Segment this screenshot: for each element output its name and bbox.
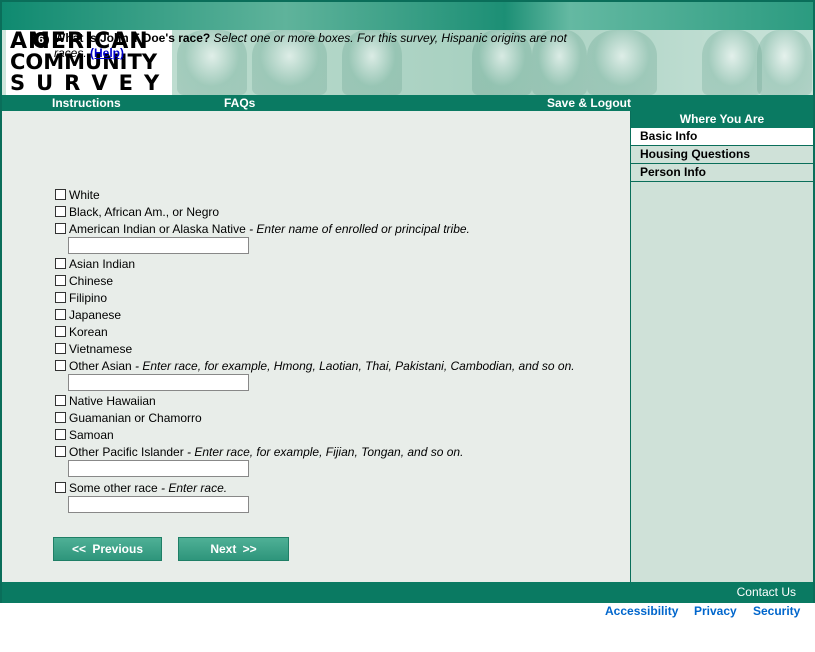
checkbox-vietnamese[interactable] bbox=[55, 343, 66, 354]
option-label: Korean bbox=[69, 325, 108, 339]
banner-photo-person bbox=[702, 30, 762, 95]
nav-save-logout[interactable]: Save & Logout bbox=[547, 96, 631, 110]
option-label: Other Pacific Islander bbox=[69, 445, 184, 459]
banner-photo-person bbox=[587, 30, 657, 95]
option-instruction: - Enter race, for example, Hmong, Laotia… bbox=[131, 359, 575, 373]
option-some-other-race: Some other race - Enter race. bbox=[55, 481, 227, 496]
checkbox-other-pacific[interactable] bbox=[55, 446, 66, 457]
security-link[interactable]: Security bbox=[753, 604, 800, 618]
option-black: Black, African Am., or Negro bbox=[55, 205, 219, 220]
where-you-are-sidebar: Where You Are Basic Info Housing Questio… bbox=[630, 111, 813, 582]
option-label: Guamanian or Chamorro bbox=[69, 411, 202, 425]
contact-us-link[interactable]: Contact Us bbox=[737, 585, 796, 599]
nav-faqs[interactable]: FAQs bbox=[224, 96, 255, 110]
next-button[interactable]: Next >> bbox=[178, 537, 289, 561]
top-nav: Instructions FAQs Save & Logout bbox=[2, 95, 813, 111]
option-label: Chinese bbox=[69, 274, 114, 288]
option-label: Native Hawaiian bbox=[69, 394, 156, 408]
option-label: Some other race bbox=[69, 481, 158, 495]
checkbox-some-other-race[interactable] bbox=[55, 482, 66, 493]
checkbox-korean[interactable] bbox=[55, 326, 66, 337]
option-label: Other Asian bbox=[69, 359, 132, 373]
sidebar-title: Where You Are bbox=[631, 111, 813, 128]
other-pacific-input[interactable] bbox=[68, 460, 249, 477]
question-block: 6 What is John T Doe's race? Select one … bbox=[33, 31, 594, 61]
question-title: What is John T Doe's race? bbox=[54, 31, 211, 45]
option-label: Vietnamese bbox=[69, 342, 133, 356]
question-text: What is John T Doe's race? Select one or… bbox=[34, 31, 594, 61]
checkbox-asian-indian[interactable] bbox=[55, 258, 66, 269]
option-other-asian: Other Asian - Enter race, for example, H… bbox=[55, 359, 575, 374]
footer-bar: Contact Us bbox=[2, 582, 813, 603]
checkbox-chinese[interactable] bbox=[55, 275, 66, 286]
option-instruction: - Enter race, for example, Fijian, Tonga… bbox=[183, 445, 464, 459]
option-label: Asian Indian bbox=[69, 257, 136, 271]
option-chinese: Chinese bbox=[55, 274, 113, 289]
banner-photo-person bbox=[757, 30, 812, 95]
option-japanese: Japanese bbox=[55, 308, 121, 323]
sidebar-item-housing-questions[interactable]: Housing Questions bbox=[631, 146, 813, 164]
option-label: Black, African Am., or Negro bbox=[69, 205, 220, 219]
option-samoan: Samoan bbox=[55, 428, 114, 443]
option-label: Samoan bbox=[69, 428, 114, 442]
option-instruction: - Enter race. bbox=[157, 481, 228, 495]
option-other-pacific: Other Pacific Islander - Enter race, for… bbox=[55, 445, 463, 460]
previous-button[interactable]: << Previous bbox=[53, 537, 162, 561]
option-label: American Indian or Alaska Native bbox=[69, 222, 246, 236]
other-asian-input[interactable] bbox=[68, 374, 249, 391]
checkbox-american-indian[interactable] bbox=[55, 223, 66, 234]
checkbox-filipino[interactable] bbox=[55, 292, 66, 303]
some-other-race-input[interactable] bbox=[68, 496, 249, 513]
option-asian-indian: Asian Indian bbox=[55, 257, 135, 272]
option-american-indian: American Indian or Alaska Native - Enter… bbox=[55, 222, 470, 237]
option-korean: Korean bbox=[55, 325, 108, 340]
checkbox-samoan[interactable] bbox=[55, 429, 66, 440]
option-white: White bbox=[55, 188, 100, 203]
help-link[interactable]: (Help) bbox=[90, 46, 124, 60]
logo-line3: SURVEY bbox=[10, 71, 171, 95]
checkbox-white[interactable] bbox=[55, 189, 66, 200]
checkbox-other-asian[interactable] bbox=[55, 360, 66, 371]
option-label: Filipino bbox=[69, 291, 108, 305]
checkbox-black[interactable] bbox=[55, 206, 66, 217]
option-native-hawaiian: Native Hawaiian bbox=[55, 394, 156, 409]
checkbox-native-hawaiian[interactable] bbox=[55, 395, 66, 406]
option-vietnamese: Vietnamese bbox=[55, 342, 132, 357]
privacy-link[interactable]: Privacy bbox=[694, 604, 737, 618]
accessibility-link[interactable]: Accessibility bbox=[605, 604, 678, 618]
option-instruction: - Enter name of enrolled or principal tr… bbox=[245, 222, 470, 236]
tribe-input[interactable] bbox=[68, 237, 249, 254]
sidebar-item-basic-info[interactable]: Basic Info bbox=[631, 128, 813, 146]
option-filipino: Filipino bbox=[55, 291, 107, 306]
question-number-badge: 6 bbox=[33, 32, 49, 48]
top-color-strip bbox=[2, 2, 813, 30]
option-label: White bbox=[69, 188, 100, 202]
nav-instructions[interactable]: Instructions bbox=[52, 96, 121, 110]
checkbox-japanese[interactable] bbox=[55, 309, 66, 320]
checkbox-guamanian[interactable] bbox=[55, 412, 66, 423]
sidebar-item-person-info[interactable]: Person Info bbox=[631, 164, 813, 182]
option-label: Japanese bbox=[69, 308, 122, 322]
option-guamanian: Guamanian or Chamorro bbox=[55, 411, 202, 426]
